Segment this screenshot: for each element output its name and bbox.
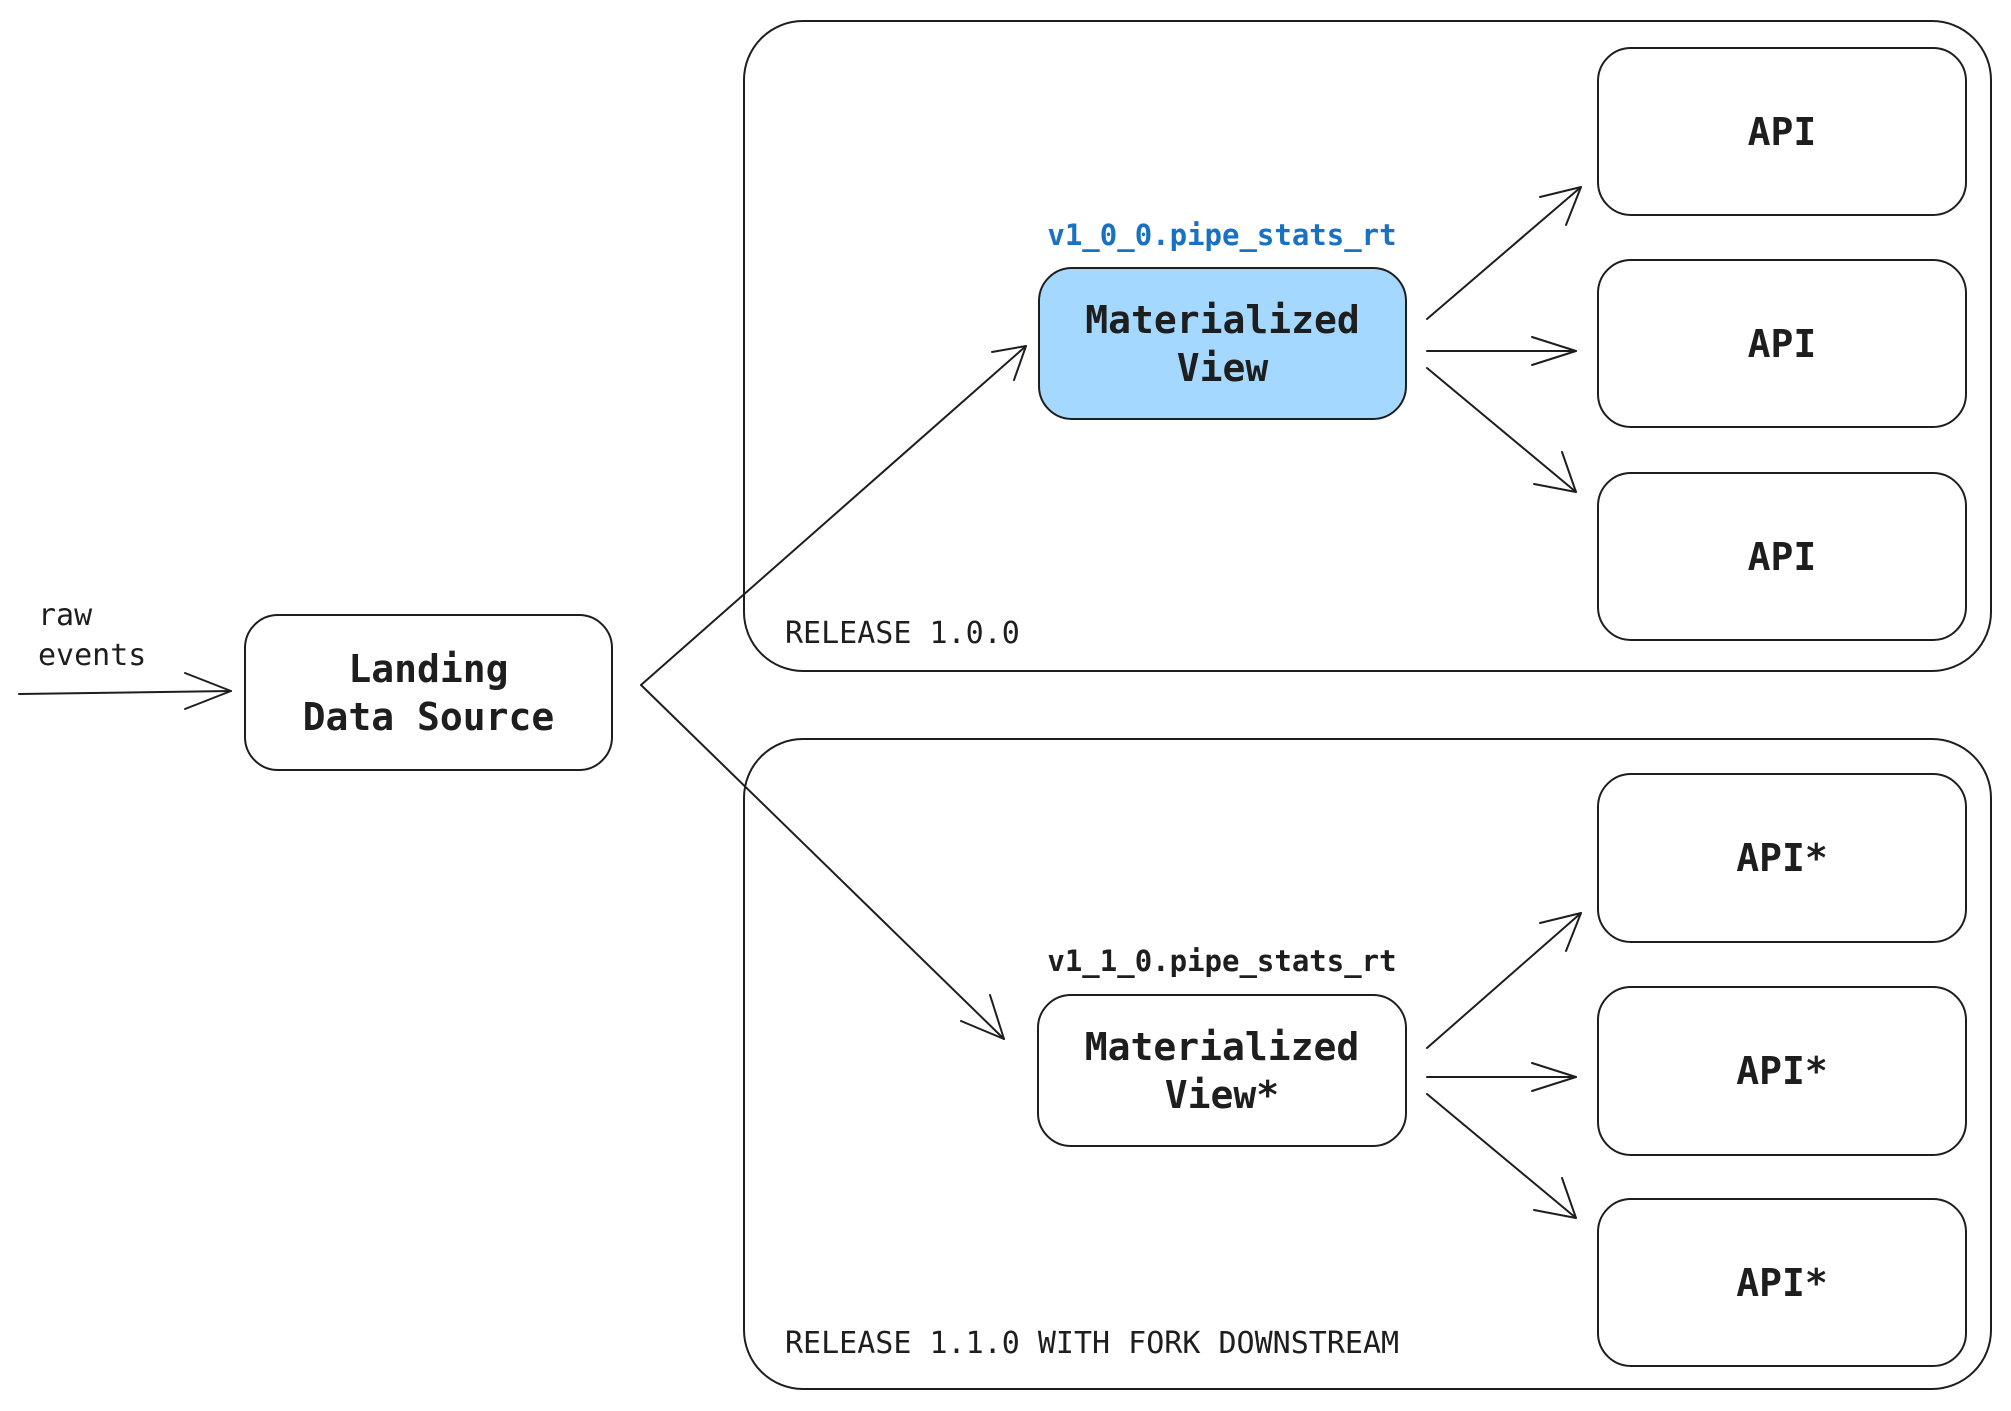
mv-2-caption: v1_1_0.pipe_stats_rt (1047, 944, 1397, 978)
release-1-1-0-label: RELEASE 1.1.0 WITH FORK DOWNSTREAM (785, 1326, 1400, 1361)
materialized-view-2-node[interactable]: Materialized View* (1037, 994, 1407, 1147)
release-1-0-0-label: RELEASE 1.0.0 (785, 616, 1020, 651)
landing-data-source-node[interactable]: Landing Data Source (244, 614, 613, 771)
api-node-2-1[interactable]: API* (1597, 773, 1967, 943)
raw-label: raw (38, 598, 93, 633)
raw-events-label: raw events (38, 596, 146, 676)
api-node-1-3[interactable]: API (1597, 472, 1967, 641)
api-node-2-2[interactable]: API* (1597, 986, 1967, 1156)
raw-events-arrow (18, 672, 232, 710)
mv-1-caption: v1_0_0.pipe_stats_rt (1047, 218, 1397, 252)
api-node-1-2[interactable]: API (1597, 259, 1967, 428)
materialized-view-1-node[interactable]: Materialized View (1038, 267, 1407, 420)
api-node-2-3[interactable]: API* (1597, 1198, 1967, 1367)
api-node-1-1[interactable]: API (1597, 47, 1967, 216)
events-label: events (38, 638, 147, 673)
